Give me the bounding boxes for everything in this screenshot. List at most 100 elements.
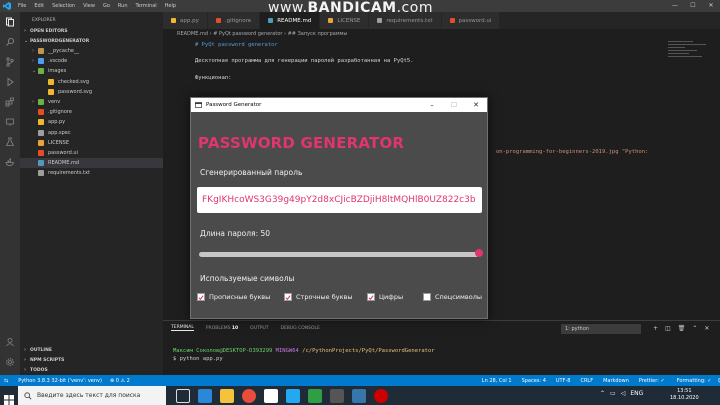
search-icon[interactable] — [0, 32, 20, 52]
tree-item[interactable]: .gitignore — [20, 107, 163, 117]
tree-item[interactable]: password.ui — [20, 148, 163, 158]
prettier-status[interactable]: Prettier: ✓ — [639, 378, 665, 384]
tree-item[interactable]: password.svg — [20, 87, 163, 97]
checkbox-lowercase[interactable]: Строчные буквы — [284, 293, 352, 301]
taskbar-search[interactable]: Введите здесь текст для поиска — [18, 386, 166, 405]
editor-tab[interactable]: .gitignore — [207, 12, 261, 29]
file-encoding[interactable]: UTF-8 — [556, 378, 571, 384]
maximize-panel-icon[interactable]: ⌃ — [692, 325, 697, 332]
tree-item[interactable]: app.py — [20, 117, 163, 127]
account-icon[interactable] — [0, 332, 20, 352]
windows-start-icon[interactable] — [4, 390, 14, 405]
npm-scripts-section[interactable]: › NPM SCRIPTS — [20, 355, 163, 365]
checkbox-box[interactable] — [197, 293, 205, 301]
chrome-icon[interactable] — [242, 388, 256, 403]
open-editors-section[interactable]: › OPEN EDITORS — [20, 26, 163, 36]
close-icon[interactable]: ✕ — [702, 0, 720, 12]
editor-tab[interactable]: README.md — [260, 12, 321, 29]
bandicam-taskbar-icon[interactable] — [374, 388, 388, 403]
minimap[interactable] — [668, 39, 710, 69]
minimize-icon[interactable]: — — [666, 0, 684, 12]
tray-chevron-icon[interactable]: ⌃ — [600, 390, 605, 397]
tree-item[interactable]: › venv — [20, 97, 163, 107]
terminal-select[interactable]: 1: python — [561, 324, 641, 334]
menu-selection[interactable]: Selection — [52, 0, 75, 12]
trash-icon[interactable]: 🗑 — [678, 325, 686, 332]
remote-explorer-icon[interactable] — [0, 112, 20, 132]
explorer-icon[interactable] — [0, 12, 20, 32]
menu-file[interactable]: File — [18, 0, 26, 12]
source-control-icon[interactable] — [0, 52, 20, 72]
remote-indicator-icon[interactable]: ⇆ — [4, 378, 8, 384]
checkbox-special[interactable]: Спецсимволы — [423, 293, 482, 301]
tree-item[interactable]: requirements.txt — [20, 168, 163, 178]
checkbox-box[interactable] — [284, 293, 292, 301]
dialog-close-icon[interactable]: ✕ — [465, 98, 487, 112]
maximize-icon[interactable]: ☐ — [684, 0, 702, 12]
terminal-panel: TERMINAL PROBLEMS 10 OUTPUT DEBUG CONSOL… — [163, 320, 720, 375]
testing-icon[interactable] — [0, 132, 20, 152]
project-section[interactable]: ⌄ PASSWORDGENERATOR — [20, 36, 163, 46]
editor-tab[interactable]: password.ui — [441, 12, 501, 29]
checkbox-box[interactable] — [367, 293, 375, 301]
language-mode[interactable]: Markdown — [603, 378, 629, 384]
store-icon[interactable] — [264, 388, 278, 403]
cursor-position[interactable]: Ln 28, Col 1 — [482, 378, 512, 384]
editor-tab[interactable]: requirements.txt — [369, 12, 442, 29]
tab-problems[interactable]: PROBLEMS 10 — [206, 326, 238, 331]
add-terminal-icon[interactable]: + — [653, 325, 658, 332]
tree-item[interactable]: README.md — [20, 158, 163, 169]
tree-item[interactable]: checked.svg — [20, 77, 163, 87]
python-taskbar-icon[interactable] — [352, 388, 366, 403]
password-output-field[interactable] — [197, 187, 482, 213]
tree-item-label: password.svg — [58, 88, 93, 95]
network-icon[interactable]: ▭ — [610, 390, 616, 397]
editor-tab[interactable]: app.py — [163, 12, 208, 29]
tab-debug-console[interactable]: DEBUG CONSOLE — [281, 326, 320, 331]
tab-output[interactable]: OUTPUT — [250, 326, 268, 331]
breadcrumb[interactable]: README.md › # PyQt password generator › … — [163, 29, 720, 39]
run-debug-icon[interactable] — [0, 72, 20, 92]
outline-section[interactable]: › OUTLINE — [20, 345, 163, 355]
task-view-icon[interactable] — [176, 388, 190, 403]
dialog-minimize-icon[interactable]: – — [421, 98, 443, 112]
checkbox-box[interactable] — [423, 293, 431, 301]
volume-icon[interactable]: ◁ — [621, 390, 626, 397]
split-terminal-icon[interactable]: ◫ — [665, 325, 671, 332]
length-slider-handle[interactable] — [475, 249, 483, 257]
settings-gear-icon[interactable] — [0, 352, 20, 372]
tab-terminal[interactable]: TERMINAL — [171, 325, 194, 331]
python-interpreter[interactable]: Python 3.8.3 32-bit ('venv': venv) — [18, 378, 102, 384]
checkbox-digits[interactable]: Цифры — [367, 293, 403, 301]
file-explorer-icon[interactable] — [220, 388, 234, 403]
menu-terminal[interactable]: Terminal — [136, 0, 157, 12]
tree-item[interactable]: ⌄ images — [20, 66, 163, 76]
menu-view[interactable]: View — [83, 0, 95, 12]
docker-icon[interactable] — [0, 152, 20, 172]
menu-run[interactable]: Run — [118, 0, 128, 12]
line-ending[interactable]: CRLF — [580, 378, 593, 384]
checkbox-uppercase[interactable]: Прописные буквы — [197, 293, 270, 301]
app-taskbar-icon[interactable] — [308, 388, 322, 403]
extensions-icon[interactable] — [0, 92, 20, 112]
menu-edit[interactable]: Edit — [34, 0, 44, 12]
indent-spaces[interactable]: Spaces: 4 — [522, 378, 546, 384]
input-language[interactable]: ENG — [630, 390, 643, 397]
editor-tab[interactable]: LICENSE — [320, 12, 370, 29]
menu-help[interactable]: Help — [165, 0, 176, 12]
close-panel-icon[interactable]: ✕ — [704, 325, 709, 332]
menu-go[interactable]: Go — [103, 0, 110, 12]
vscode-taskbar-icon[interactable] — [286, 388, 300, 403]
password-output-input[interactable] — [197, 187, 482, 213]
clock[interactable]: 13:51 18.10.2020 — [670, 388, 699, 402]
length-slider-track[interactable] — [199, 252, 479, 257]
tree-item[interactable]: › __pycache__ — [20, 46, 163, 56]
tree-item[interactable]: › .vscode — [20, 56, 163, 66]
todos-section[interactable]: › TODOS — [20, 365, 163, 375]
terminal-taskbar-icon[interactable] — [330, 388, 344, 403]
formatting-status[interactable]: Formatting: ✓ — [677, 378, 712, 384]
tree-item[interactable]: LICENSE — [20, 138, 163, 148]
edge-browser-icon[interactable] — [198, 388, 212, 403]
problems-status[interactable]: ⊗ 0 ⚠ 2 — [110, 378, 130, 384]
tree-item[interactable]: app.spec — [20, 128, 163, 138]
